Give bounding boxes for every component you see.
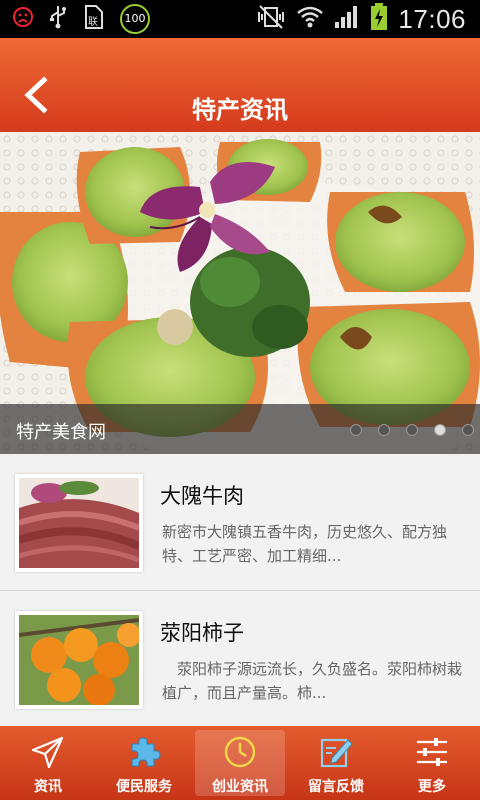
carousel-dot[interactable] (462, 424, 474, 436)
list-item[interactable]: 荥阳柿子 荥阳柿子源远流长，久负盛名。荥阳柿树栽植广，而且产量高。柿... (0, 591, 480, 728)
puzzle-icon (126, 734, 162, 770)
sliders-icon (414, 734, 450, 770)
vibrate-off-icon (256, 4, 286, 34)
carousel-indicator (350, 424, 474, 436)
sad-face-icon (12, 6, 34, 32)
tab-label: 创业资讯 (212, 779, 268, 795)
tab-label: 资讯 (34, 779, 62, 795)
tab-feedback[interactable]: 留言反馈 (288, 726, 384, 800)
article-thumbnail-persimmon (15, 611, 143, 709)
banner-caption: 特产美食网 (16, 422, 106, 443)
app-header: 特产资讯 (0, 38, 480, 132)
article-title: 大隗牛肉 (160, 484, 244, 508)
article-summary: 新密市大隗镇五香牛肉，历史悠久、配方独特、工艺严密、加工精细... (162, 523, 448, 565)
status-bar: 联 100 17:06 (0, 0, 480, 38)
battery-100-icon: 100 (120, 4, 150, 34)
carousel-dot[interactable] (406, 424, 418, 436)
article-title: 荥阳柿子 (160, 621, 244, 645)
tab-label: 便民服务 (116, 779, 172, 795)
tab-services[interactable]: 便民服务 (96, 726, 192, 800)
tab-label: 留言反馈 (308, 779, 364, 795)
usb-icon (48, 4, 68, 34)
sim-icon: 联 (82, 4, 106, 34)
bottom-tab-bar: 资讯 便民服务 创业资讯 留言反馈 更多 (0, 726, 480, 800)
paper-plane-icon (30, 734, 66, 770)
banner-carousel[interactable]: 特产美食网 (0, 132, 480, 454)
clock-icon (222, 734, 258, 770)
tab-news[interactable]: 资讯 (0, 726, 96, 800)
banner-caption-bar: 特产美食网 (0, 404, 480, 454)
signal-icon (334, 4, 360, 34)
carousel-dot[interactable] (350, 424, 362, 436)
battery-charging-icon (370, 3, 388, 35)
carousel-dot[interactable] (378, 424, 390, 436)
article-list: 大隗牛肉 新密市大隗镇五香牛肉，历史悠久、配方独特、工艺严密、加工精细... 荥… (0, 454, 480, 728)
wifi-icon (296, 4, 324, 34)
tab-more[interactable]: 更多 (384, 726, 480, 800)
carousel-dot-active[interactable] (434, 424, 446, 436)
clock-time: 17:06 (398, 3, 466, 34)
tab-label: 更多 (418, 779, 446, 795)
list-item[interactable]: 大隗牛肉 新密市大隗镇五香牛肉，历史悠久、配方独特、工艺严密、加工精细... (0, 454, 480, 591)
edit-icon (318, 734, 354, 770)
page-title: 特产资讯 (192, 96, 288, 124)
article-thumbnail-beef (15, 474, 143, 572)
tab-business-news[interactable]: 创业资讯 (192, 726, 288, 800)
svg-text:联: 联 (88, 16, 98, 28)
article-summary: 荥阳柿子源远流长，久负盛名。荥阳柿树栽植广，而且产量高。柿... (162, 660, 463, 702)
